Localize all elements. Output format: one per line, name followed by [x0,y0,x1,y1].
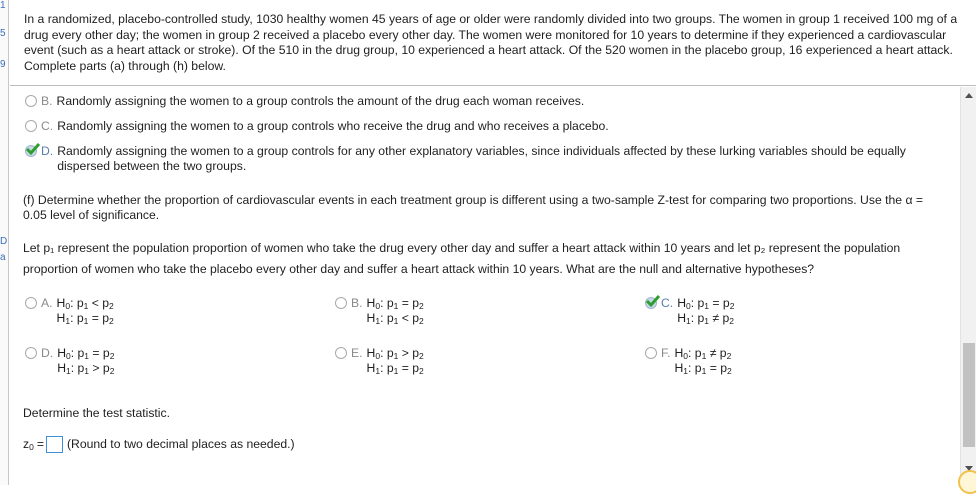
gutter-mark: D [0,236,8,247]
radio-button[interactable] [25,297,37,309]
hypothesis-option-e[interactable]: E. H0: p1 > p2 H1: p1 = p2 [335,346,424,376]
null-hypothesis: H0: p1 = p2 [57,346,115,361]
radio-button[interactable] [645,347,657,359]
option-b-previous[interactable]: B. Randomly assigning the women to a gro… [25,94,945,109]
scroll-up-arrow-icon[interactable] [965,93,973,98]
question-stem-text: In a randomized, placebo-controlled stud… [24,12,958,73]
hypothesis-option-b[interactable]: B. H0: p1 = p2 H1: p1 < p2 [335,296,424,326]
help-circle-icon[interactable] [958,470,976,494]
vertical-scrollbar[interactable] [960,87,976,485]
null-hypothesis: H0: p1 ≠ p2 [674,346,732,361]
null-hypothesis: H0: p1 = p2 [366,296,424,311]
hypotheses-question: Let p₁ represent the population proporti… [23,238,948,280]
radio-button[interactable] [335,297,347,309]
z0-input[interactable] [45,436,63,453]
radio-button-selected[interactable] [645,295,661,309]
gutter-mark: 1 [0,0,6,11]
gutter-mark: 9 [0,59,6,70]
test-statistic-prompt: Determine the test statistic. [23,406,170,420]
alternative-hypothesis: H1: p1 = p2 [56,311,114,326]
option-text: Randomly assigning the women to a group … [56,94,585,108]
hypothesis-pair: H0: p1 ≠ p2 H1: p1 = p2 [674,346,731,376]
radio-button[interactable] [335,347,347,359]
option-text: Randomly assigning the women to a group … [57,144,906,173]
question-stem-panel: In a randomized, placebo-controlled stud… [10,0,976,86]
alternative-hypothesis: H1: p1 = p2 [366,361,424,376]
equals-sign: = [36,437,44,451]
option-letter: A. [41,296,53,310]
null-hypothesis: H0: p1 < p2 [56,296,114,311]
rounding-hint: (Round to two decimal places as needed.) [66,437,295,451]
null-hypothesis: H0: p1 > p2 [366,346,424,361]
option-letter: D. [41,144,54,158]
option-letter: E. [351,346,363,360]
z0-label: z0 [23,436,34,452]
hypothesis-pair: H0: p1 = p2 H1: p1 ≠ p2 [677,296,734,326]
option-letter: C. [661,296,674,310]
correct-check-icon [645,295,661,308]
hypothesis-pair: H0: p1 < p2 H1: p1 = p2 [57,296,114,326]
option-c-previous[interactable]: C. Randomly assigning the women to a gro… [25,119,945,134]
left-gutter: 1 5 9 D a [0,0,9,485]
option-d-previous[interactable]: D. Randomly assigning the women to a gro… [25,143,945,174]
part-f-text: (f) Determine whether the proportion of … [23,193,923,222]
z0-answer-row: z0 = (Round to two decimal places as nee… [23,436,295,453]
alternative-hypothesis: H1: p1 > p2 [57,361,115,376]
alternative-hypothesis: H1: p1 ≠ p2 [677,311,735,326]
hypotheses-question-text: Let p₁ represent the population proporti… [23,241,901,276]
hypothesis-option-a[interactable]: A. H0: p1 < p2 H1: p1 = p2 [25,296,114,326]
option-letter: B. [41,94,53,108]
gutter-mark: 5 [0,28,6,39]
alternative-hypothesis: H1: p1 < p2 [366,311,424,326]
hypothesis-option-c[interactable]: C. H0: p1 = p2 H1: p1 ≠ p2 [645,295,734,326]
radio-button[interactable] [25,347,37,359]
radio-button[interactable] [25,95,37,107]
option-letter: B. [351,296,363,310]
option-text: Randomly assigning the women to a group … [57,119,609,133]
hypothesis-pair: H0: p1 > p2 H1: p1 = p2 [367,346,424,376]
null-hypothesis: H0: p1 = p2 [677,296,735,311]
question-scroll-area: B. Randomly assigning the women to a gro… [10,87,960,485]
option-letter: C. [41,119,54,133]
option-letter: F. [661,346,671,360]
scrollbar-thumb[interactable] [963,343,975,447]
hypothesis-pair: H0: p1 = p2 H1: p1 < p2 [367,296,424,326]
radio-button-selected[interactable] [25,143,41,157]
correct-check-icon [25,143,41,156]
hypothesis-option-d[interactable]: D. H0: p1 = p2 H1: p1 > p2 [25,346,114,376]
hypothesis-option-f[interactable]: F. H0: p1 ≠ p2 H1: p1 = p2 [645,346,732,376]
option-letter: D. [41,346,54,360]
gutter-mark: a [0,252,6,263]
radio-button[interactable] [25,120,37,132]
alternative-hypothesis: H1: p1 = p2 [674,361,732,376]
hypothesis-pair: H0: p1 = p2 H1: p1 > p2 [57,346,114,376]
